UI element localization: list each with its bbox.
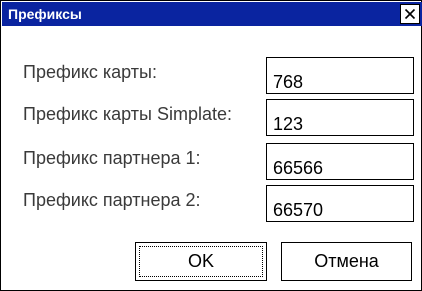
ok-button-label: OK: [187, 251, 214, 271]
partner-1-prefix-field[interactable]: 66566: [266, 143, 414, 180]
simplate-card-prefix-field[interactable]: 123: [266, 99, 414, 136]
cancel-button[interactable]: Отмена: [281, 242, 412, 281]
dialog-title: Префиксы: [8, 6, 82, 22]
card-prefix-label: Префикс карты:: [23, 62, 157, 82]
prefixes-dialog: Префиксы Префикс карты: 768 Префикс карт…: [0, 0, 422, 291]
simplate-card-prefix-label: Префикс карты Simplate:: [23, 104, 233, 124]
partner-2-prefix-label: Префикс партнера 2:: [23, 190, 201, 210]
title-bar[interactable]: Префиксы: [2, 2, 422, 26]
partner-1-prefix-label: Префикс партнера 1:: [23, 148, 201, 168]
close-icon: [404, 8, 416, 20]
close-button[interactable]: [400, 4, 420, 24]
partner-2-prefix-field[interactable]: 66570: [266, 185, 414, 222]
card-prefix-field[interactable]: 768: [266, 57, 414, 94]
cancel-button-label: Отмена: [314, 251, 379, 271]
ok-button[interactable]: OK: [135, 242, 267, 281]
